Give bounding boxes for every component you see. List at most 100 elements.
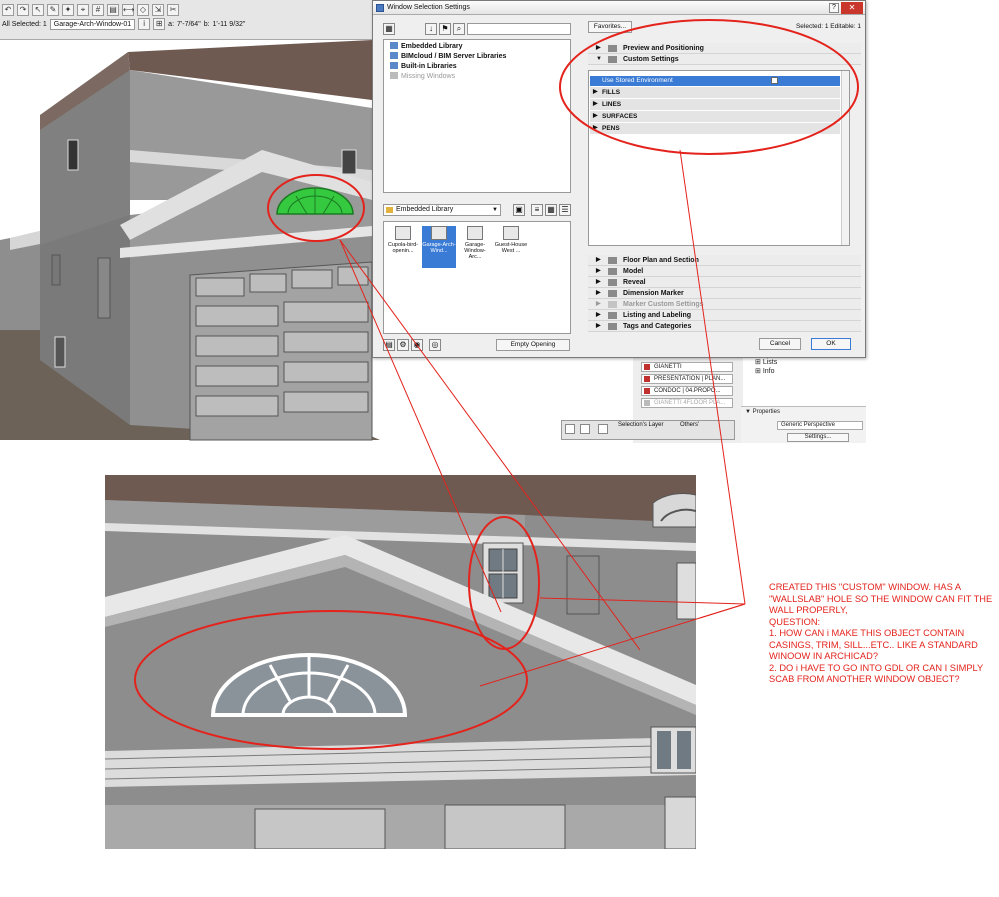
detail-view-icon[interactable]: ☰ (559, 204, 571, 216)
folder-combo[interactable]: Embedded Library ▼ (383, 204, 501, 216)
chevron-right-icon: ▶ (596, 301, 601, 307)
chevron-right-icon: ▶ (593, 113, 598, 119)
filter-icon[interactable] (598, 424, 608, 434)
tree-bimcloud-libraries[interactable]: BIMcloud / BIM Server Libraries (390, 52, 506, 62)
quick-options-bar: Selection's Layer Others' (561, 420, 735, 440)
dimension-icon (608, 290, 617, 297)
nav-item-3[interactable]: GIANETTI 4FLOOR PLA... (641, 398, 733, 408)
chevron-right-icon: ▶ (596, 268, 601, 274)
library-icon (390, 42, 398, 49)
eye-icon[interactable] (565, 424, 575, 434)
chevron-right-icon: ▶ (596, 257, 601, 263)
screenshot-root: ↶ ↷ ↖ ✎ ✦ ⌖ # ▤ ⟷ ◇ ⇲ ✂ All Selected: 1 … (0, 0, 999, 897)
section-dimension-marker[interactable]: ▶ Dimension Marker (588, 288, 861, 299)
library-icon (390, 62, 398, 69)
dialog-titlebar[interactable]: Window Selection Settings ? ✕ (373, 1, 865, 15)
dialog-title: Window Selection Settings (387, 4, 470, 11)
custom-settings-scrollbar[interactable] (841, 71, 849, 245)
info-icon[interactable]: i (138, 18, 151, 30)
reveal-icon (608, 279, 617, 286)
preview-icon (608, 45, 617, 52)
subsection-surfaces[interactable]: ▶ SURFACES (590, 111, 840, 122)
library-manager-icon[interactable]: ▤ (383, 339, 395, 351)
nav-item-0[interactable]: GIANETTI (641, 362, 733, 372)
window-selection-settings-dialog: Window Selection Settings ? ✕ ▦ ↓ ⚑ ⌕ Em… (372, 0, 866, 358)
window-icon[interactable]: ⊞ (153, 18, 166, 30)
section-preview-positioning[interactable]: ▶ Preview and Positioning (588, 43, 861, 54)
thumbnail-item[interactable]: Cupola-bird-openin... (386, 226, 420, 268)
subsection-pens[interactable]: ▶ PENS (590, 123, 840, 134)
globe-icon[interactable]: ◎ (429, 339, 441, 351)
chevron-right-icon: ▶ (596, 45, 601, 51)
section-tags-categories[interactable]: ▶ Tags and Categories (588, 321, 861, 332)
element-name-field[interactable]: Garage-Arch-Window-01 (49, 18, 136, 30)
dim-a-value[interactable]: 7'-7/64" (177, 21, 201, 28)
zoomed-house-render (105, 475, 696, 849)
cancel-button[interactable]: Cancel (759, 338, 801, 350)
tree-embedded-library[interactable]: Embedded Library (390, 42, 462, 52)
settings-button[interactable]: Settings... (787, 433, 849, 442)
tags-icon (608, 323, 617, 330)
marker-icon (608, 301, 617, 308)
window-object-icon (503, 226, 519, 240)
object-thumbnails: Cupola-bird-openin... Garage-Arch-Wind..… (383, 221, 571, 334)
library-view-icon[interactable]: ▦ (383, 23, 395, 35)
new-folder-icon[interactable]: ▣ (513, 204, 525, 216)
library-search-input[interactable] (467, 23, 571, 35)
3d-viewport-zoomed[interactable] (105, 475, 696, 849)
favorites-button[interactable]: Favorites... (588, 21, 632, 33)
use-stored-checkbox[interactable] (771, 77, 778, 84)
custom-settings-box: Use Stored Environment ▶ FILLS ▶ LINES ▶ SU… (588, 70, 850, 246)
chevron-right-icon: ▶ (593, 125, 598, 131)
window-object-icon (395, 226, 411, 240)
cloud-icon (390, 52, 398, 59)
section-custom-settings[interactable]: ▼ Custom Settings (588, 54, 861, 65)
selection-info: All Selected: 1 (2, 20, 47, 28)
nav-item-2[interactable]: CONDOC | 04.PROPO... (641, 386, 733, 396)
view-name-field[interactable]: Generic Perspective (777, 421, 863, 430)
close-button[interactable]: ✕ (841, 2, 863, 14)
subsection-lines[interactable]: ▶ LINES (590, 99, 840, 110)
ok-button[interactable]: OK (811, 338, 851, 350)
tree-item-lists[interactable]: ⊞ Lists (755, 358, 777, 367)
object-properties-icon[interactable]: ⚙ (397, 339, 409, 351)
selection-layer-label[interactable]: Selection's Layer (618, 422, 664, 428)
help-button[interactable]: ? (829, 3, 839, 13)
section-listing-labeling[interactable]: ▶ Listing and Labeling (588, 310, 861, 321)
section-floor-plan-section[interactable]: ▶ Floor Plan and Section (588, 255, 861, 266)
chevron-right-icon: ▶ (596, 290, 601, 296)
library-load-icon[interactable]: ↓ (425, 23, 437, 35)
thumbnail-view-icon[interactable]: ▦ (545, 204, 557, 216)
layer-icon[interactable] (580, 424, 590, 434)
thumbnail-item[interactable]: Guest-House West ... (494, 226, 528, 268)
use-stored-environment-row[interactable]: Use Stored Environment (590, 76, 840, 86)
dim-b-value[interactable]: 1'-11 9/32" (213, 21, 246, 28)
subsection-fills[interactable]: ▶ FILLS (590, 87, 840, 98)
nav-item-1[interactable]: PRESENTATION | PLAN... (641, 374, 733, 384)
library-pin-icon[interactable]: ⚑ (439, 23, 451, 35)
thumbnail-item-selected[interactable]: Garage-Arch-Wind... (422, 226, 456, 268)
properties-bar: ▼ Properties Generic Perspective Setting… (741, 406, 866, 443)
thumbnail-item[interactable]: Garage-Window-Arc... (458, 226, 492, 268)
side-window (67, 139, 79, 171)
view-icon (644, 388, 650, 394)
section-model[interactable]: ▶ Model (588, 266, 861, 277)
list-view-icon[interactable]: ≡ (531, 204, 543, 216)
chevron-down-icon: ▼ (596, 56, 602, 62)
search-icon[interactable]: ⌕ (453, 23, 465, 35)
tree-item-info[interactable]: ⊞ Info (755, 367, 775, 376)
chevron-right-icon: ▶ (596, 279, 601, 285)
dim-b-label: b: (203, 20, 210, 28)
properties-label[interactable]: ▼ Properties (745, 409, 780, 415)
empty-opening-button[interactable]: Empty Opening (496, 339, 570, 351)
tree-missing-windows[interactable]: Missing Windows (390, 72, 455, 82)
tree-builtin-libraries[interactable]: Built-in Libraries (390, 62, 457, 72)
section-reveal[interactable]: ▶ Reveal (588, 277, 861, 288)
section-marker-custom-settings[interactable]: ▶ Marker Custom Settings (588, 299, 861, 310)
floor-plan-icon (608, 257, 617, 264)
settings-panel: Favorites... Selected: 1 Editable: 1 ▶ Pr… (588, 19, 861, 334)
others-label[interactable]: Others' (680, 422, 699, 428)
listing-icon (608, 312, 617, 319)
annotation-line (699, 603, 746, 619)
web-icon[interactable]: ◉ (411, 339, 423, 351)
